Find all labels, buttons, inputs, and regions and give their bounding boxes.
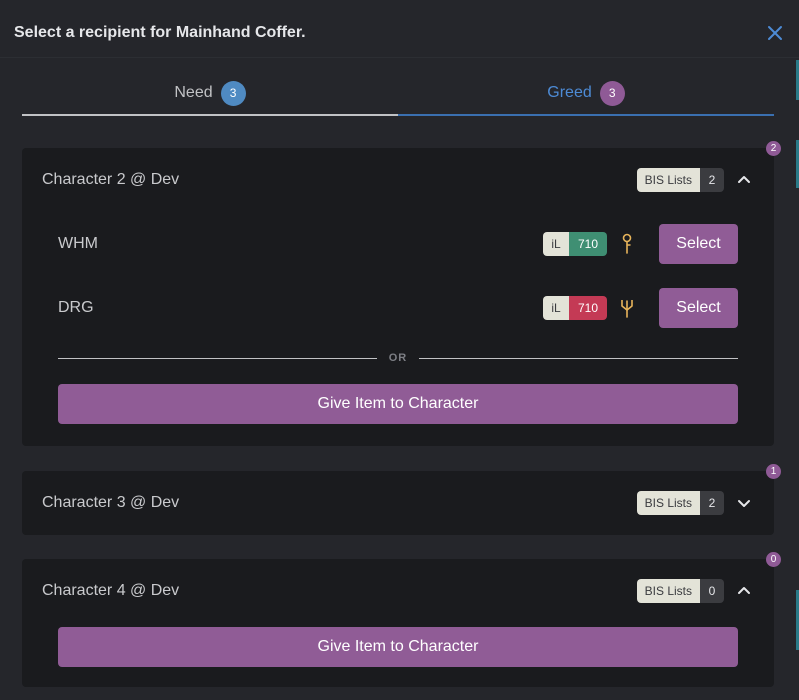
item-level-label: iL: [543, 296, 569, 320]
modal-header: Select a recipient for Mainhand Coffer.: [0, 8, 799, 58]
give-item-button[interactable]: Give Item to Character: [58, 384, 738, 424]
character-card-header[interactable]: Character 2 @ Dev BIS Lists 2: [22, 148, 774, 212]
tab-list: Need 3 Greed 3: [22, 72, 774, 116]
tab-greed-label: Greed: [547, 84, 592, 101]
bis-lists-label: BIS Lists: [636, 579, 700, 603]
character-card-4: 0 Character 4 @ Dev BIS Lists 0 Give Ite…: [22, 552, 781, 687]
bis-lists-count: 2: [700, 491, 724, 515]
card-header-controls: BIS Lists 2: [636, 168, 754, 192]
tab-need-count-badge: 3: [220, 80, 246, 106]
card-header-controls: BIS Lists 2: [636, 491, 754, 515]
item-level-value: 710: [569, 232, 607, 256]
chevron-up-icon[interactable]: [734, 581, 754, 601]
bis-lists-badge: BIS Lists 2: [636, 491, 724, 515]
chevron-up-icon[interactable]: [734, 170, 754, 190]
item-level-badge: iL 710: [543, 232, 607, 256]
job-controls: iL 710 Select: [543, 224, 738, 264]
bis-lists-count: 0: [700, 579, 724, 603]
job-name: WHM: [58, 235, 98, 252]
tab-need[interactable]: Need 3: [22, 72, 398, 116]
character-3-count-badge: 1: [766, 464, 781, 479]
tab-need-label: Need: [174, 84, 213, 101]
character-2-count-badge: 2: [766, 141, 781, 156]
bis-lists-label: BIS Lists: [636, 491, 700, 515]
divider-line: [58, 357, 377, 359]
item-level-badge: iL 710: [543, 296, 607, 320]
character-card-3: 1 Character 3 @ Dev BIS Lists 2: [22, 464, 781, 535]
bis-lists-badge: BIS Lists 2: [636, 168, 724, 192]
or-divider: OR: [58, 352, 738, 364]
character-name: Character 4 @ Dev: [42, 582, 180, 599]
job-controls: iL 710 Select: [543, 288, 738, 328]
character-card-2: 2 Character 2 @ Dev BIS Lists 2 WHM iL 7…: [22, 141, 781, 446]
divider-text: OR: [388, 352, 408, 364]
bis-lists-count: 2: [700, 168, 724, 192]
bis-lists-label: BIS Lists: [636, 168, 700, 192]
character-card-header[interactable]: Character 4 @ Dev BIS Lists 0: [22, 559, 774, 623]
select-whm-button[interactable]: Select: [659, 224, 738, 264]
bis-lists-badge: BIS Lists 0: [636, 579, 724, 603]
chevron-down-icon[interactable]: [734, 493, 754, 513]
job-row-drg: DRG iL 710 Select: [22, 276, 774, 340]
item-level-label: iL: [543, 232, 569, 256]
card-header-controls: BIS Lists 0: [636, 579, 754, 603]
modal-title: Select a recipient for Mainhand Coffer.: [14, 23, 306, 41]
tab-greed[interactable]: Greed 3: [398, 72, 774, 116]
staff-icon: [619, 232, 635, 256]
select-drg-button[interactable]: Select: [659, 288, 738, 328]
character-4-count-badge: 0: [766, 552, 781, 567]
divider-line: [419, 357, 738, 359]
character-name: Character 2 @ Dev: [42, 171, 180, 188]
character-card-header[interactable]: Character 3 @ Dev BIS Lists 2: [22, 471, 774, 535]
give-item-button[interactable]: Give Item to Character: [58, 627, 738, 667]
job-row-whm: WHM iL 710 Select: [22, 212, 774, 276]
close-icon[interactable]: [765, 23, 785, 43]
job-name: DRG: [58, 299, 94, 316]
character-name: Character 3 @ Dev: [42, 494, 180, 511]
item-level-value: 710: [569, 296, 607, 320]
tab-greed-count-badge: 3: [599, 80, 625, 106]
spear-icon: [619, 296, 635, 320]
